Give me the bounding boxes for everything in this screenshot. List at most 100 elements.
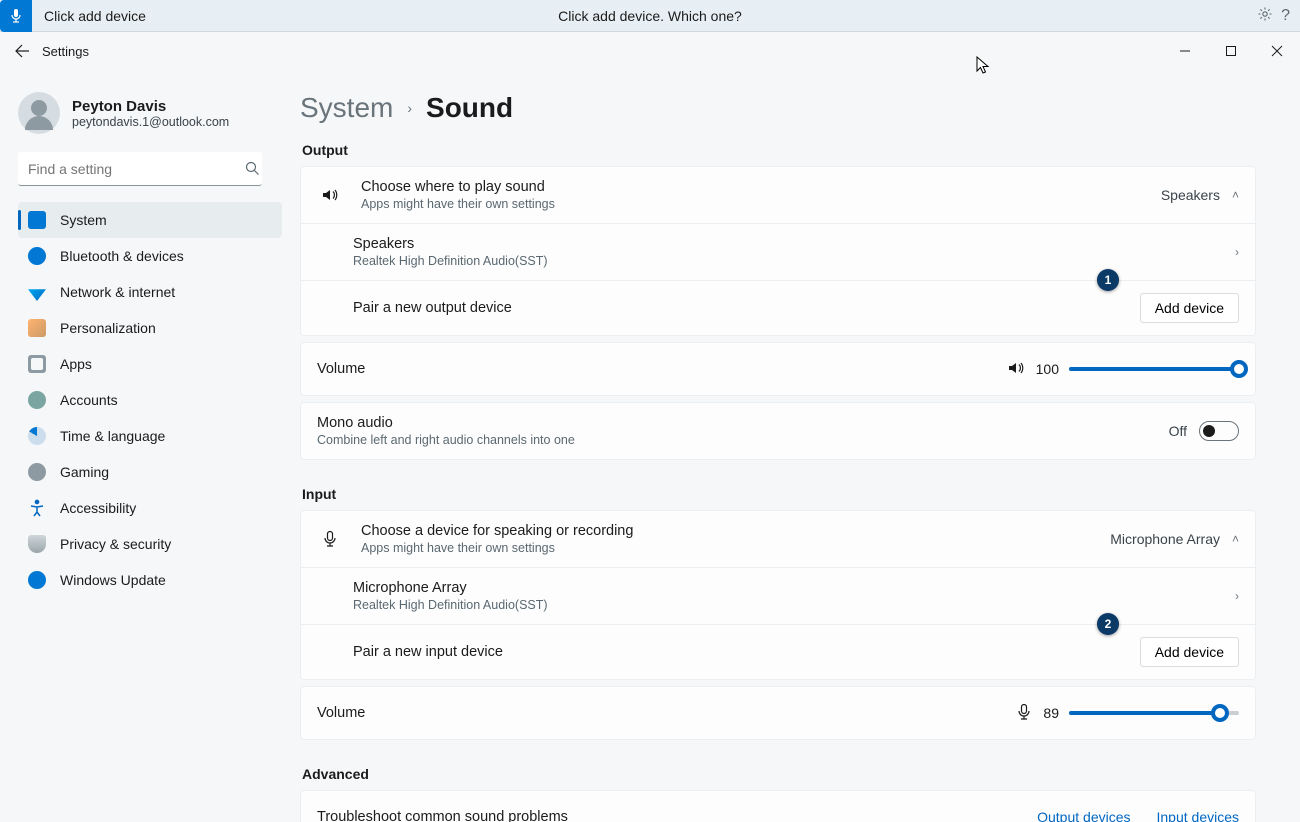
section-output-title: Output <box>302 142 1256 158</box>
mono-audio-row[interactable]: Mono audio Combine left and right audio … <box>301 403 1255 459</box>
section-advanced-title: Advanced <box>302 766 1256 782</box>
page-title: Sound <box>426 92 513 124</box>
instruction-text: Click add device <box>44 8 146 24</box>
back-button[interactable] <box>10 39 34 63</box>
output-volume-card: Volume 100 <box>300 342 1256 396</box>
person-icon <box>28 391 46 409</box>
mono-title: Mono audio <box>317 415 1151 431</box>
close-button[interactable] <box>1254 32 1300 70</box>
input-choose-card: Choose a device for speaking or recordin… <box>300 510 1256 680</box>
apps-icon <box>28 355 46 373</box>
device-name: Microphone Array <box>353 580 1217 596</box>
maximize-button[interactable] <box>1208 32 1254 70</box>
output-volume-slider[interactable] <box>1069 359 1239 379</box>
nav-label: Accounts <box>60 392 118 408</box>
input-volume-slider[interactable] <box>1069 703 1239 723</box>
minimize-button[interactable] <box>1162 32 1208 70</box>
marker-badge-1: 1 <box>1097 269 1119 291</box>
output-volume-label: Volume <box>317 361 988 377</box>
mono-sub: Combine left and right audio channels in… <box>317 433 1151 447</box>
device-sub: Realtek High Definition Audio(SST) <box>353 598 1217 612</box>
nav-label: Accessibility <box>60 500 136 516</box>
search-input[interactable] <box>18 152 262 186</box>
accessibility-icon <box>28 499 46 517</box>
output-choose-card: Choose where to play sound Apps might ha… <box>300 166 1256 336</box>
nav-label: Apps <box>60 356 92 372</box>
account-email: peytondavis.1@outlook.com <box>72 115 229 129</box>
shield-icon <box>28 535 46 553</box>
update-icon <box>28 571 46 589</box>
wifi-icon <box>28 283 46 301</box>
row-title: Choose a device for speaking or recordin… <box>361 523 1092 539</box>
row-subtitle: Apps might have their own settings <box>361 197 1143 211</box>
mono-audio-card: Mono audio Combine left and right audio … <box>300 402 1256 460</box>
chevron-up-icon: ˄ <box>1232 532 1239 546</box>
troubleshoot-input-link[interactable]: Input devices <box>1157 809 1240 822</box>
nav-list: System Bluetooth & devices Network & int… <box>18 202 282 598</box>
input-volume-card: Volume 89 <box>300 686 1256 740</box>
input-choose-row[interactable]: Choose a device for speaking or recordin… <box>301 511 1255 567</box>
settings-gear-icon[interactable] <box>1257 6 1273 25</box>
nav-bluetooth[interactable]: Bluetooth & devices <box>18 238 282 274</box>
nav-label: Windows Update <box>60 572 166 588</box>
marker-badge-2: 2 <box>1097 613 1119 635</box>
nav-label: Network & internet <box>60 284 175 300</box>
nav-time[interactable]: Time & language <box>18 418 282 454</box>
sidebar: Peyton Davis peytondavis.1@outlook.com S… <box>0 70 300 822</box>
nav-label: System <box>60 212 107 228</box>
input-volume-value: 89 <box>1043 705 1059 721</box>
avatar-icon <box>18 92 60 134</box>
content-pane: System › Sound Output Choose where to pl… <box>300 70 1300 822</box>
search-icon <box>245 161 260 179</box>
input-selected-value: Microphone Array <box>1110 531 1220 547</box>
chevron-right-icon: › <box>1235 245 1239 259</box>
instruction-bar: Click add device Click add device. Which… <box>0 0 1300 32</box>
speaker-icon <box>317 185 343 205</box>
output-volume-value: 100 <box>1036 361 1059 377</box>
paintbrush-icon <box>28 319 46 337</box>
device-name: Speakers <box>353 236 1217 252</box>
input-pair-row: 2 Pair a new input device Add device <box>301 624 1255 679</box>
add-input-device-button[interactable]: Add device <box>1140 637 1239 667</box>
pair-output-label: Pair a new output device <box>353 300 1122 316</box>
troubleshoot-label: Troubleshoot common sound problems <box>317 809 1019 822</box>
breadcrumb-parent[interactable]: System <box>300 92 393 124</box>
nav-apps[interactable]: Apps <box>18 346 282 382</box>
pair-input-label: Pair a new input device <box>353 644 1122 660</box>
add-output-device-button[interactable]: Add device <box>1140 293 1239 323</box>
system-icon <box>28 211 46 229</box>
troubleshoot-card: Troubleshoot common sound problems Outpu… <box>300 790 1256 822</box>
mic-volume-icon[interactable] <box>1015 703 1033 724</box>
nav-update[interactable]: Windows Update <box>18 562 282 598</box>
question-text: Click add device. Which one? <box>558 8 742 24</box>
search-box[interactable] <box>18 152 282 186</box>
bluetooth-icon <box>28 247 46 265</box>
row-title: Choose where to play sound <box>361 179 1143 195</box>
microphone-icon <box>317 530 343 548</box>
nav-accounts[interactable]: Accounts <box>18 382 282 418</box>
troubleshoot-output-link[interactable]: Output devices <box>1037 809 1130 822</box>
nav-gaming[interactable]: Gaming <box>18 454 282 490</box>
nav-accessibility[interactable]: Accessibility <box>18 490 282 526</box>
nav-system[interactable]: System <box>18 202 282 238</box>
nav-privacy[interactable]: Privacy & security <box>18 526 282 562</box>
app-title: Settings <box>42 44 89 59</box>
account-block[interactable]: Peyton Davis peytondavis.1@outlook.com <box>18 92 282 134</box>
gamepad-icon <box>28 463 46 481</box>
speaker-volume-icon[interactable] <box>1006 358 1026 381</box>
mono-toggle[interactable] <box>1199 421 1239 441</box>
section-input-title: Input <box>302 486 1256 502</box>
output-selected-value: Speakers <box>1161 187 1220 203</box>
output-choose-row[interactable]: Choose where to play sound Apps might ha… <box>301 167 1255 223</box>
mic-icon <box>0 0 32 32</box>
breadcrumb: System › Sound <box>300 92 1256 124</box>
mono-state: Off <box>1169 423 1187 439</box>
row-subtitle: Apps might have their own settings <box>361 541 1092 555</box>
chevron-up-icon: ˄ <box>1232 188 1239 202</box>
nav-network[interactable]: Network & internet <box>18 274 282 310</box>
help-icon[interactable]: ? <box>1281 7 1290 25</box>
nav-personalization[interactable]: Personalization <box>18 310 282 346</box>
clock-icon <box>28 427 46 445</box>
nav-label: Bluetooth & devices <box>60 248 184 264</box>
device-sub: Realtek High Definition Audio(SST) <box>353 254 1217 268</box>
